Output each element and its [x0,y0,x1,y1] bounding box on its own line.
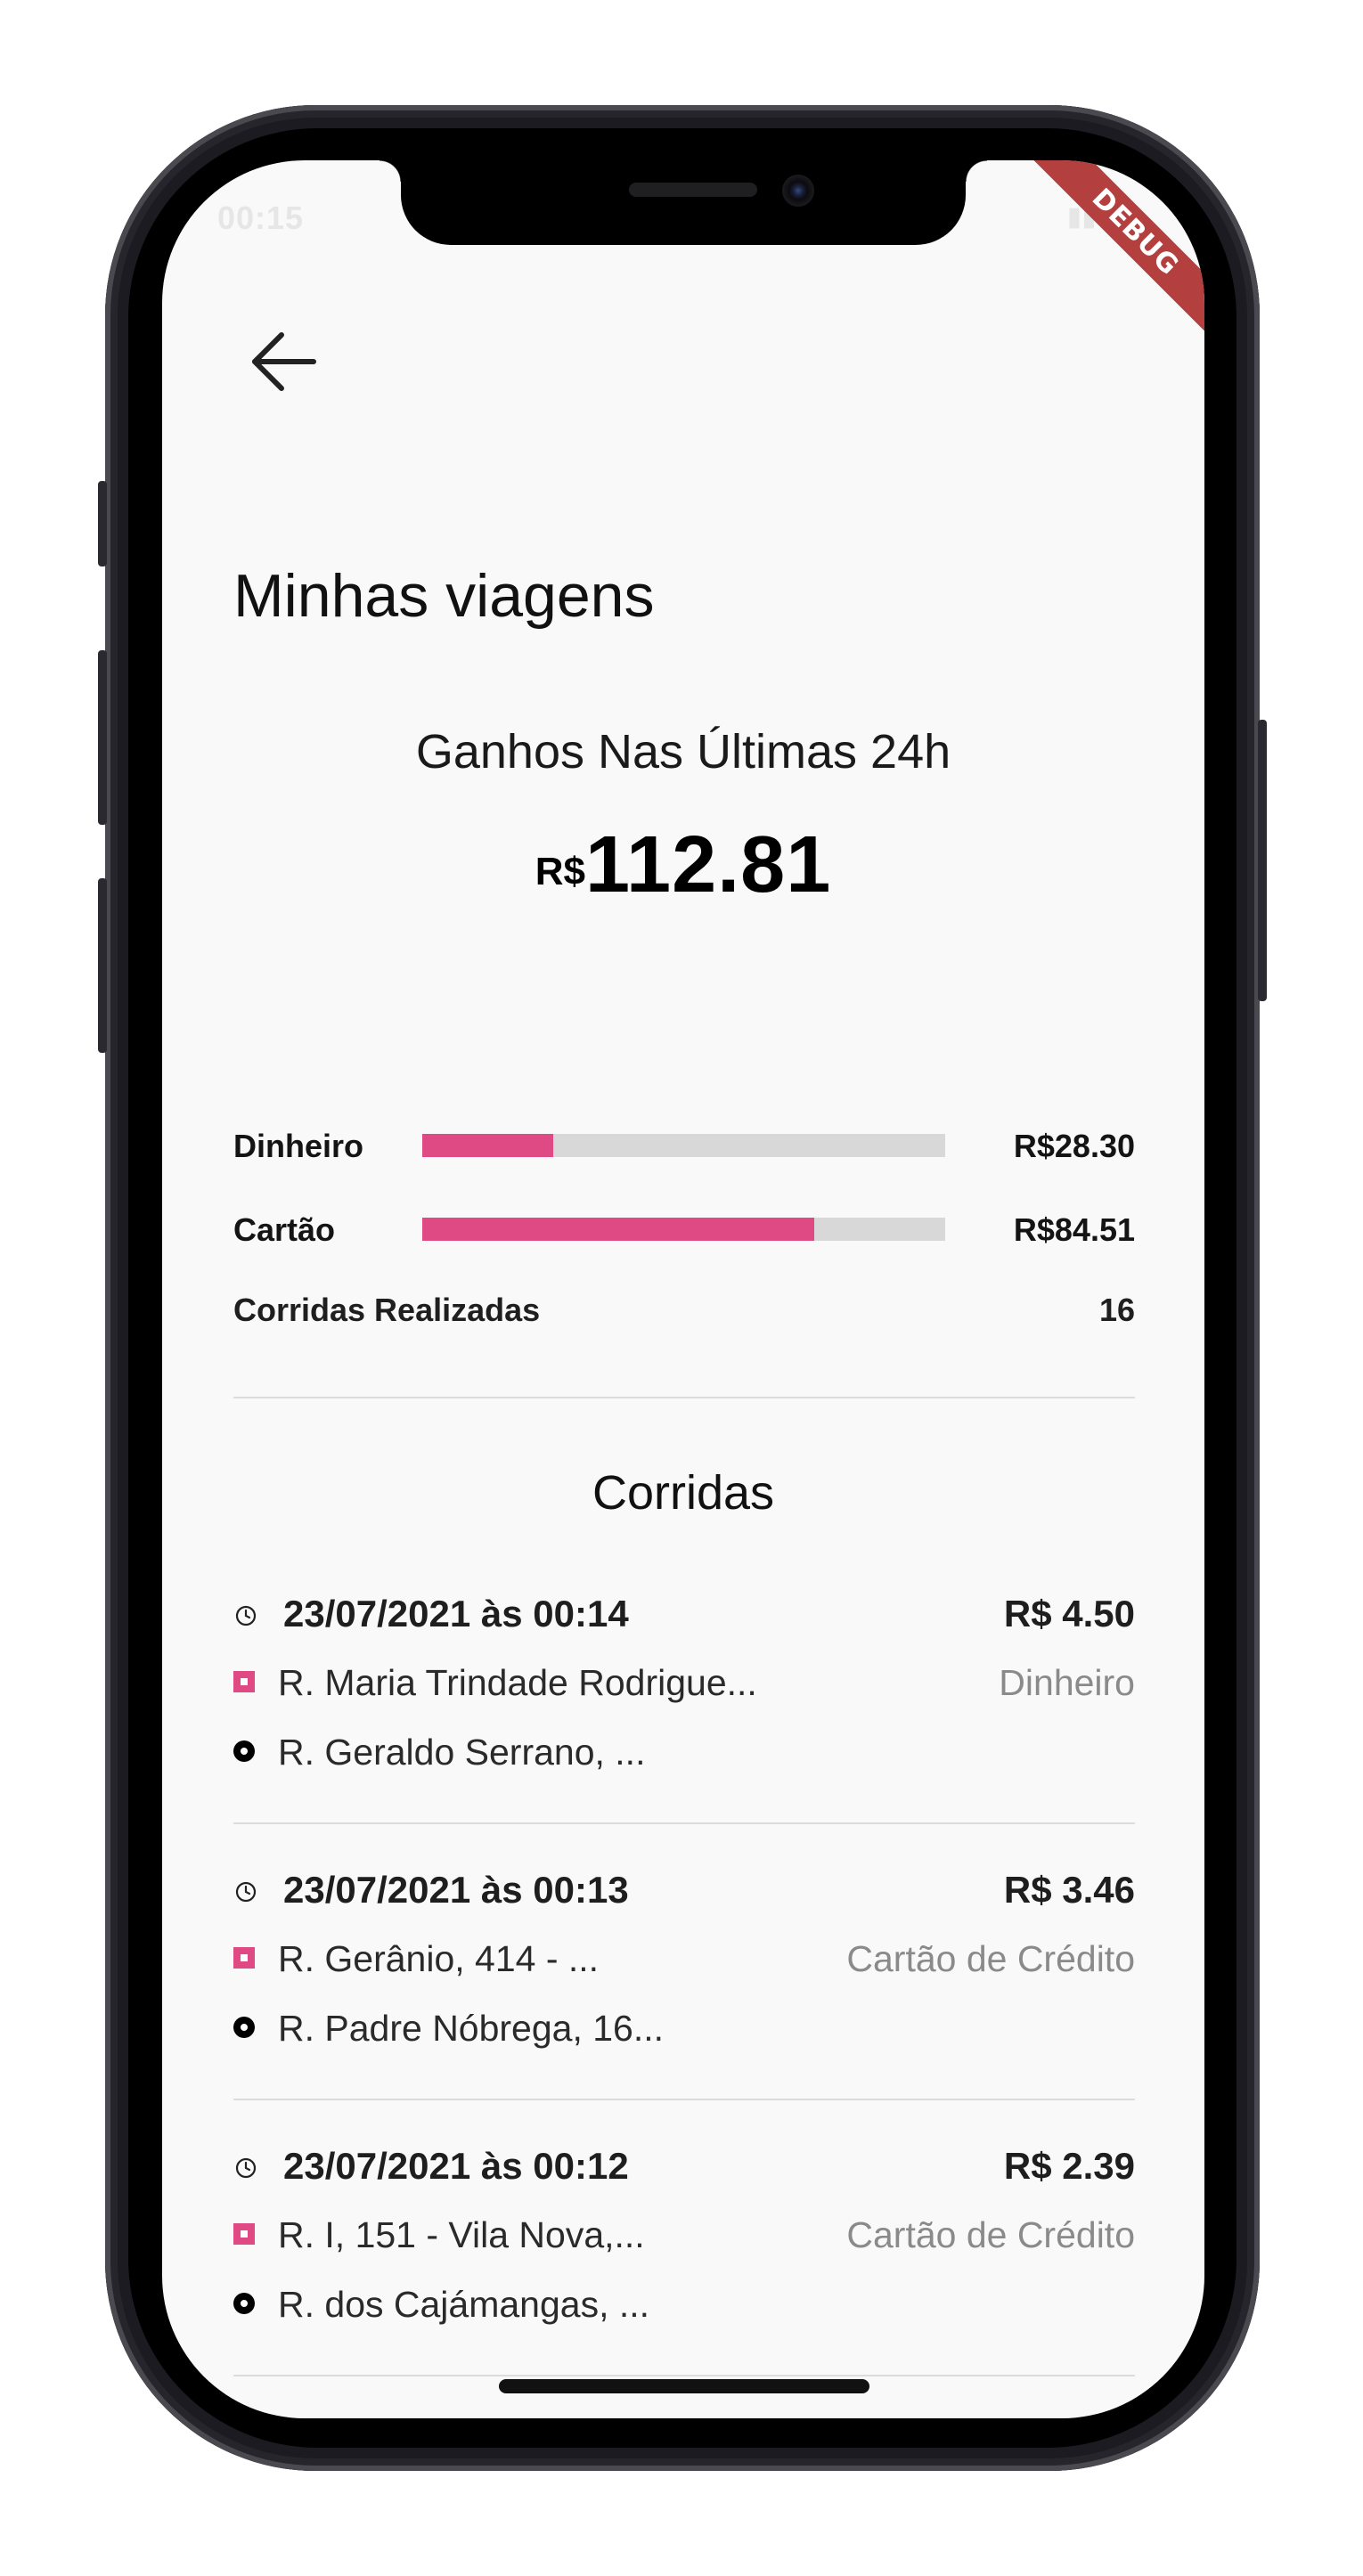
destination-dot-icon [233,1740,255,1762]
breakdown-value: R$28.30 [1013,1128,1135,1164]
breakdown-label: Cartão [233,1211,336,1248]
rides-count-row: Corridas Realizadas 16 [233,1292,1135,1329]
ride-datetime: 23/07/2021 às 00:12 [283,2145,629,2187]
ride-payment-method: Dinheiro [999,1662,1135,1703]
front-camera [782,175,814,207]
breakdown-bar-track [422,1218,945,1241]
breakdown-row-cash: Dinheiro R$28.30 [233,1122,1135,1167]
divider [233,2099,1135,2100]
silent-switch [98,481,107,567]
ride-destination-row: R. Padre Nóbrega, 16... [233,2004,1135,2054]
divider [233,2375,1135,2376]
app-screen: 00:15 ▮▮ ◔ ▮ DEBUG Minhas viagens Ganhos… [162,160,1204,2418]
ride-payment-method: Cartão de Crédito [846,1938,1135,1979]
earnings-title: Ganhos Nas Últimas 24h [415,725,951,779]
divider [233,1397,1135,1398]
clock-icon [235,1605,257,1626]
page-title: Minhas viagens [233,562,655,630]
ride-origin: R. I, 151 - Vila Nova,... [278,2214,645,2255]
ride-price: R$ 3.46 [1003,1869,1135,1911]
ride-item[interactable]: 23/07/2021 às 00:12 R$ 2.39 R. I, 151 - … [233,2141,1135,2373]
divider [233,1822,1135,1824]
ride-payment-method: Cartão de Crédito [846,2214,1135,2255]
ride-destination-row: R. Geraldo Serrano, ... [233,1728,1135,1778]
ride-datetime: 23/07/2021 às 00:13 [283,1869,629,1911]
origin-pin-icon [233,2223,255,2245]
breakdown-bar-track [422,1134,945,1157]
ride-destination: R. Geraldo Serrano, ... [278,1732,646,1773]
back-button[interactable] [244,322,322,401]
rides-section-title: Corridas [592,1466,775,1520]
volume-down-button [98,878,107,1053]
ride-price: R$ 2.39 [1003,2145,1135,2187]
ride-origin: R. Gerânio, 414 - ... [278,1938,600,1979]
origin-pin-icon [233,1671,255,1692]
notch [380,160,987,245]
arrow-left-icon [252,332,316,391]
earnings-total: R$112.81 [162,819,1204,911]
breakdown-row-card: Cartão R$84.51 [233,1206,1135,1251]
status-time: 00:15 [217,200,305,236]
ride-origin: R. Maria Trindade Rodrigue... [278,1662,757,1703]
ride-datetime: 23/07/2021 às 00:14 [283,1593,629,1634]
destination-dot-icon [233,2293,255,2314]
ride-header: 23/07/2021 às 00:13 R$ 3.46 [233,1865,1135,1915]
breakdown-bar-fill [422,1218,815,1241]
ride-header: 23/07/2021 às 00:12 R$ 2.39 [233,2141,1135,2191]
ride-origin-row: R. Gerânio, 414 - ... Cartão de Crédito [233,1935,1135,1985]
clock-icon [235,1881,257,1903]
power-button [1258,720,1267,1001]
clock-icon [235,2157,257,2179]
ride-destination: R. Padre Nóbrega, 16... [278,2008,665,2049]
home-indicator[interactable] [499,2379,869,2393]
breakdown-label: Dinheiro [233,1128,364,1164]
ride-price: R$ 4.50 [1003,1593,1135,1634]
currency-symbol: R$ [535,850,585,893]
volume-up-button [98,650,107,825]
breakdown-bar-fill [422,1134,553,1157]
ride-header: 23/07/2021 às 00:14 R$ 4.50 [233,1589,1135,1639]
ride-origin-row: R. I, 151 - Vila Nova,... Cartão de Créd… [233,2211,1135,2261]
speaker-grille [629,183,757,197]
ride-item[interactable]: 23/07/2021 às 00:13 R$ 3.46 R. Gerânio, … [233,1865,1135,2097]
breakdown-value: R$84.51 [1013,1211,1135,1248]
ride-destination-row: R. dos Cajámangas, ... [233,2280,1135,2330]
ride-origin-row: R. Maria Trindade Rodrigue... Dinheiro [233,1659,1135,1708]
rides-count-label: Corridas Realizadas [233,1292,541,1328]
total-amount: 112.81 [584,820,832,909]
destination-dot-icon [233,2017,255,2038]
ride-destination: R. dos Cajámangas, ... [278,2284,650,2325]
origin-pin-icon [233,1947,255,1969]
rides-count-value: 16 [1098,1292,1135,1328]
ride-item[interactable]: 23/07/2021 às 00:14 R$ 4.50 R. Maria Tri… [233,1589,1135,1821]
